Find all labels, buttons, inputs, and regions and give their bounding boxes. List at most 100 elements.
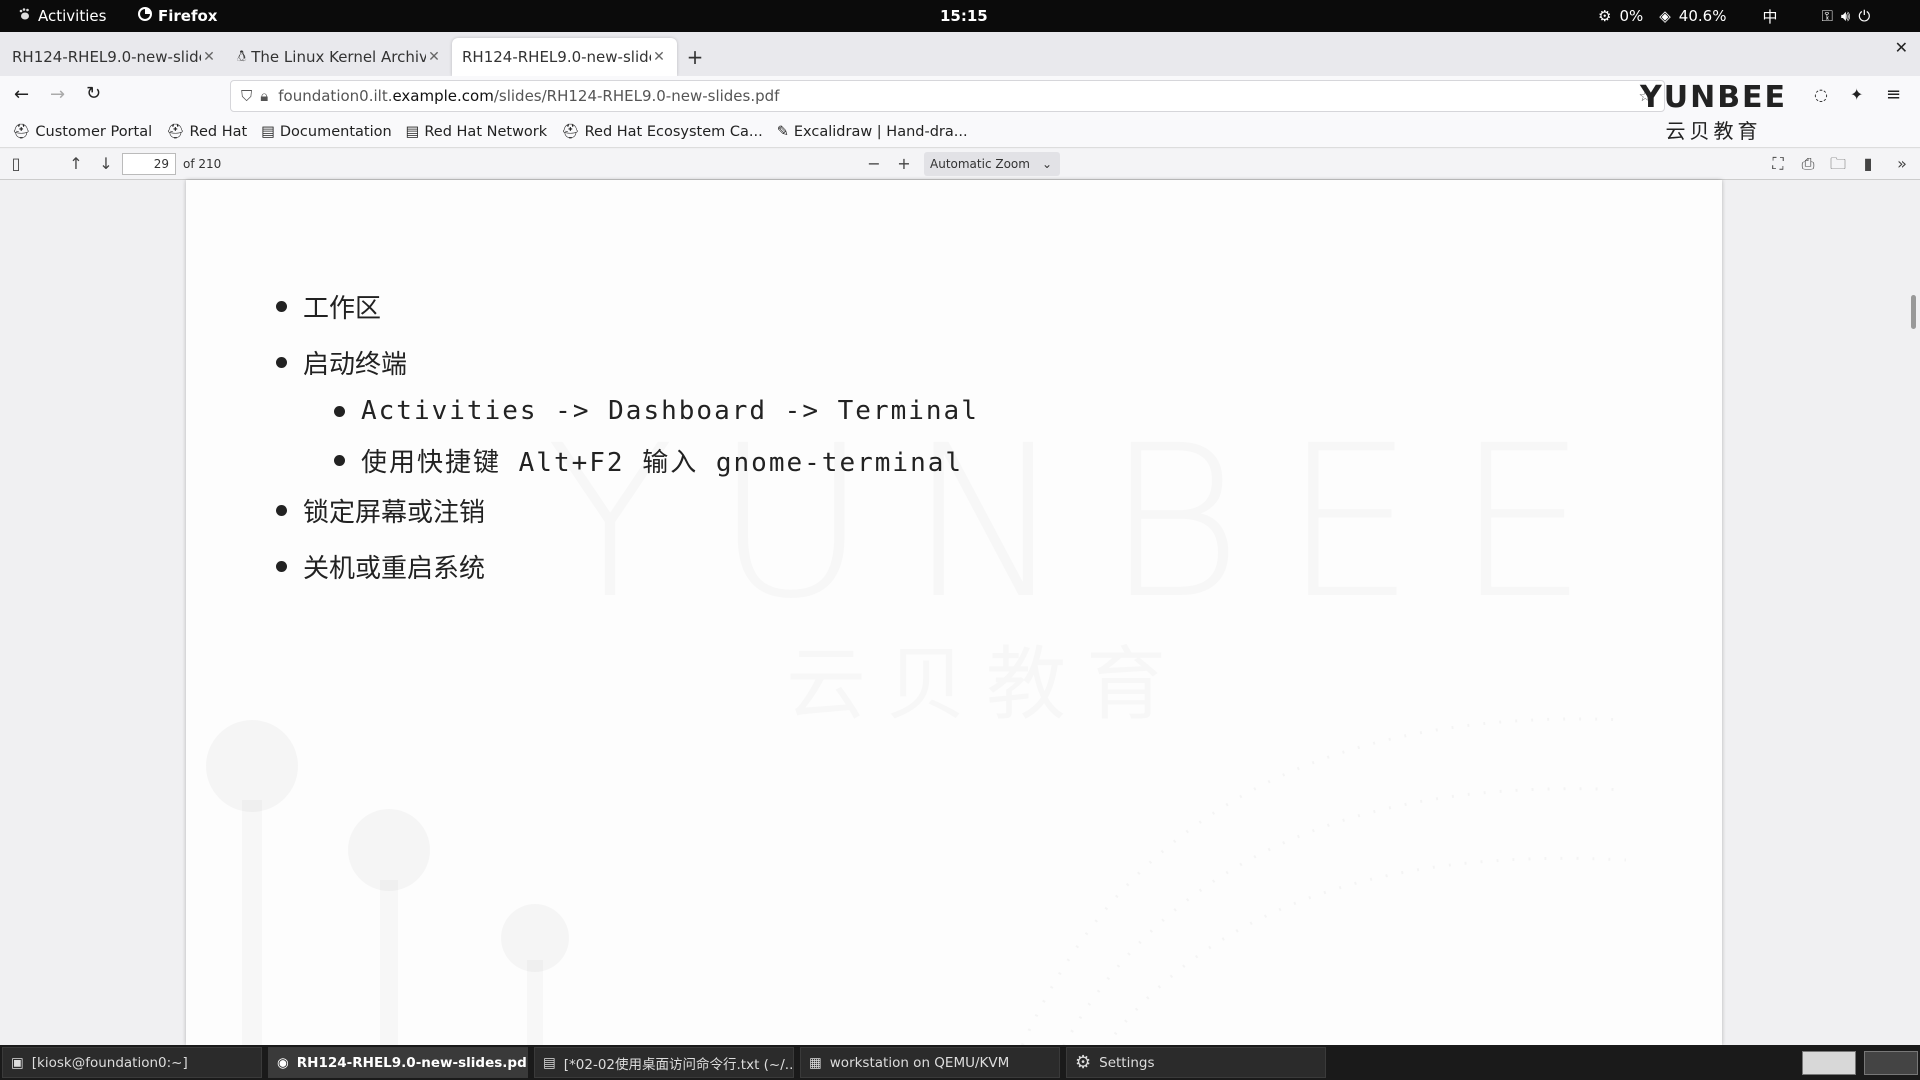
zoom-out-icon[interactable]: −: [864, 154, 884, 174]
tab-slides-2[interactable]: RH124-RHEL9.0-new-slides ✕: [452, 38, 677, 76]
bookmarks-toolbar: ⛑ Customer Portal ⛑ Red Hat ▤ Documentation…: [0, 116, 1920, 148]
print-icon[interactable]: ⎙: [1798, 154, 1818, 174]
bookmark-excalidraw[interactable]: ✎ Excalidraw | Hand-dra...: [777, 124, 968, 140]
bookmark-customer-portal[interactable]: ⛑ Customer Portal: [12, 123, 153, 141]
bullet-icon: [276, 561, 287, 572]
volume-icon: 🔊︎: [1840, 7, 1851, 25]
activities-label: Activities: [38, 7, 107, 25]
tools-icon[interactable]: »: [1892, 154, 1912, 174]
bookmark-label: Red Hat Network: [424, 123, 548, 140]
tab-slides-1[interactable]: RH124-RHEL9.0-new-slides ✕: [2, 38, 227, 76]
doc-icon: ▤: [261, 123, 275, 140]
task-virt-manager[interactable]: ▦ workstation on QEMU/KVM: [800, 1047, 1060, 1078]
list-item: 关机或重启系统: [276, 548, 485, 585]
firefox-icon: ◉: [277, 1054, 289, 1071]
shield-icon[interactable]: ⛉: [241, 87, 252, 105]
bullet-icon: [276, 301, 287, 312]
chevron-down-icon: ⌄: [1041, 157, 1052, 171]
item-text: 锁定屏幕或注销: [303, 498, 486, 528]
task-label: RH124-RHEL9.0-new-slides.pdf ...: [296, 1054, 528, 1071]
bookmark-documentation[interactable]: ▤ Documentation: [261, 124, 391, 140]
zoom-select[interactable]: Automatic Zoom ⌄: [924, 152, 1060, 176]
url-prefix: foundation0.ilt.: [278, 87, 393, 105]
workspace-1[interactable]: [1802, 1051, 1856, 1075]
item-text: 使用快捷键 Alt+F2 输入 gnome-terminal: [361, 448, 964, 478]
scrollbar-thumb[interactable]: [1911, 295, 1916, 329]
sub-list-item: Activities -> Dashboard -> Terminal: [334, 396, 979, 426]
item-text: 关机或重启系统: [303, 554, 486, 584]
bullet-icon: [276, 357, 287, 368]
item-text: 工作区: [303, 294, 382, 324]
bookmark-icon[interactable]: ▮: [1858, 154, 1878, 174]
list-item: 工作区: [276, 288, 381, 325]
top-bar: Activities Firefox 15:15 ⚙ 0% ◈ 40.6% 中 …: [0, 0, 1920, 32]
bullet-icon: [276, 505, 287, 516]
cpu-usage: 0%: [1619, 7, 1644, 25]
reload-icon[interactable]: ↻: [86, 83, 101, 104]
close-icon[interactable]: ✕: [651, 49, 667, 65]
page-number-input[interactable]: 29: [122, 153, 176, 175]
forward-icon[interactable]: →: [50, 84, 65, 105]
back-icon[interactable]: ←: [14, 84, 29, 105]
task-terminal[interactable]: ▣ [kiosk@foundation0:~]: [2, 1047, 262, 1078]
gnome-foot-icon: [18, 7, 32, 25]
pdf-page: YUNBEE 云贝教育 工作区 启动终端 Activities -> Dashb…: [186, 180, 1722, 1045]
task-text-editor[interactable]: ▤ [*02-02使用桌面访问命令行.txt (~/...: [534, 1047, 794, 1078]
save-icon[interactable]: 🗀︎: [1828, 154, 1848, 174]
bookmark-red-hat[interactable]: ⛑ Red Hat: [166, 123, 248, 141]
next-page-icon[interactable]: ↓: [96, 154, 116, 174]
redhat-icon: ⛑: [12, 124, 31, 140]
extension-icon[interactable]: ✦: [1850, 85, 1863, 104]
lock-icon[interactable]: 🔒︎: [260, 87, 268, 105]
navigation-bar: ← → ↻ ⛉ 🔒︎ foundation0.ilt. example.com/s…: [0, 76, 1920, 116]
ime-indicator[interactable]: 中: [1762, 6, 1777, 27]
bookmark-label: Excalidraw | Hand-dra...: [793, 123, 968, 140]
close-window-icon[interactable]: ✕: [1895, 38, 1908, 57]
previous-page-icon[interactable]: ↑: [66, 154, 86, 174]
yunbee-logo: YUNBEE 云贝教育: [1640, 80, 1787, 144]
tab-kernel-archives[interactable]: 🐧︎ The Linux Kernel Archives ✕: [227, 38, 452, 76]
task-firefox[interactable]: ◉ RH124-RHEL9.0-new-slides.pdf ...: [268, 1047, 528, 1078]
logo-en: YUNBEE: [1640, 80, 1788, 115]
close-icon[interactable]: ✕: [426, 49, 442, 65]
bookmark-label: Customer Portal: [35, 123, 153, 140]
bullet-icon: [334, 405, 345, 417]
presentation-mode-icon[interactable]: ⛶: [1768, 154, 1788, 174]
activities-button[interactable]: Activities: [18, 0, 106, 32]
new-tab-button[interactable]: +: [677, 38, 713, 76]
app-label: Firefox: [158, 7, 218, 25]
bookmark-ecosystem[interactable]: ⛑ Red Hat Ecosystem Ca...: [561, 123, 763, 141]
tab-strip: RH124-RHEL9.0-new-slides ✕ 🐧︎ The Linux …: [0, 32, 1920, 76]
power-icon: ⏻: [1858, 7, 1871, 25]
workspace-2[interactable]: [1864, 1051, 1918, 1075]
network-icon: ⚿: [1821, 7, 1833, 25]
app-menu-firefox[interactable]: Firefox: [138, 0, 217, 32]
task-label: [kiosk@foundation0:~]: [31, 1054, 188, 1071]
zoom-value: Automatic Zoom: [930, 157, 1030, 171]
task-label: workstation on QEMU/KVM: [829, 1054, 1010, 1071]
pdf-viewer[interactable]: YUNBEE 云贝教育 工作区 启动终端 Activities -> Dashb…: [0, 180, 1920, 1045]
tab-label: RH124-RHEL9.0-new-slides: [462, 48, 651, 66]
bookmark-label: Red Hat: [189, 123, 248, 140]
pdf-toolbar: ▯ ↑ ↓ 29 of 210 − + Automatic Zoom ⌄ ⛶ ⎙…: [0, 149, 1920, 180]
bookmark-label: Documentation: [279, 123, 392, 140]
system-indicators[interactable]: ⚙ 0% ◈ 40.6% 中 ⚿ 🔊︎ ⏻: [1598, 0, 1870, 32]
tab-label: RH124-RHEL9.0-new-slides: [12, 48, 201, 66]
bookmark-red-hat-network[interactable]: ▤ Red Hat Network: [406, 124, 548, 140]
item-text: 启动终端: [303, 350, 408, 380]
url-bar[interactable]: ⛉ 🔒︎ foundation0.ilt. example.com/slides/…: [230, 80, 1665, 112]
list-item: 启动终端: [276, 344, 407, 381]
zoom-in-icon[interactable]: +: [894, 154, 914, 174]
firefox-icon: [138, 7, 152, 25]
doc-icon: ▤: [405, 123, 420, 140]
text-editor-icon: ▤: [543, 1054, 556, 1071]
logo-cn: 云贝教育: [1665, 119, 1762, 143]
close-icon[interactable]: ✕: [201, 49, 217, 65]
task-label: [*02-02使用桌面访问命令行.txt (~/...: [563, 1056, 794, 1073]
clock[interactable]: 15:15: [940, 0, 988, 32]
task-settings[interactable]: ⚙ Settings: [1066, 1047, 1326, 1078]
menu-icon[interactable]: ≡: [1886, 84, 1901, 105]
pocket-icon[interactable]: ◌: [1814, 85, 1828, 104]
battery-icon: ◈: [1659, 7, 1671, 25]
sidebar-toggle-icon[interactable]: ▯: [6, 154, 26, 174]
